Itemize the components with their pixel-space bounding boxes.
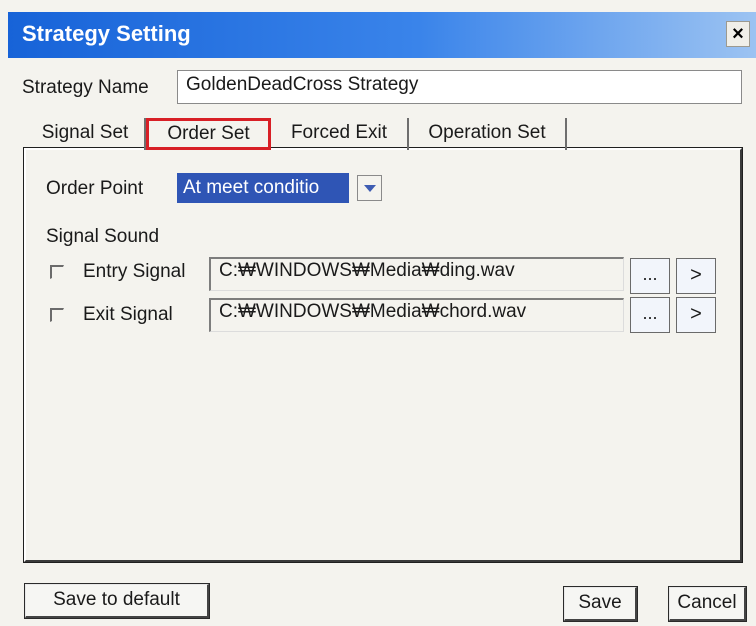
exit-signal-checkbox[interactable] (50, 308, 64, 322)
close-button[interactable]: × (726, 21, 750, 47)
tab-operation-set[interactable]: Operation Set (409, 118, 567, 150)
exit-signal-label: Exit Signal (83, 304, 173, 325)
save-button[interactable]: Save (563, 586, 638, 622)
entry-signal-browse-button[interactable]: ... (630, 258, 670, 294)
exit-signal-browse-button[interactable]: ... (630, 297, 670, 333)
order-point-label: Order Point (46, 178, 144, 199)
entry-signal-checkbox[interactable] (50, 265, 64, 279)
close-icon: × (732, 23, 744, 45)
cancel-button[interactable]: Cancel (668, 586, 747, 622)
tab-order-set[interactable]: Order Set (146, 118, 271, 150)
strategy-name-input[interactable]: GoldenDeadCross Strategy (177, 70, 742, 104)
entry-signal-play-button[interactable]: > (676, 258, 716, 294)
save-to-default-button[interactable]: Save to default (24, 583, 210, 619)
tab-signal-set[interactable]: Signal Set (26, 118, 146, 150)
window-title: Strategy Setting (22, 21, 191, 46)
exit-signal-play-button[interactable]: > (676, 297, 716, 333)
strategy-name-label: Strategy Name (22, 77, 149, 98)
title-bar[interactable]: Strategy Setting × (8, 12, 756, 58)
order-point-dropdown[interactable]: At meet conditio (177, 173, 384, 203)
strategy-setting-dialog: Strategy Setting × Strategy Name GoldenD… (0, 0, 756, 626)
entry-signal-label: Entry Signal (83, 261, 186, 282)
entry-signal-path-field[interactable]: C:₩WINDOWS₩Media₩ding.wav (209, 257, 624, 291)
signal-sound-heading: Signal Sound (46, 226, 160, 247)
order-set-panel (23, 147, 743, 563)
tab-forced-exit[interactable]: Forced Exit (271, 118, 409, 150)
exit-signal-path-field[interactable]: C:₩WINDOWS₩Media₩chord.wav (209, 298, 624, 332)
chevron-down-icon[interactable] (357, 175, 382, 201)
order-point-selected: At meet conditio (177, 173, 349, 203)
